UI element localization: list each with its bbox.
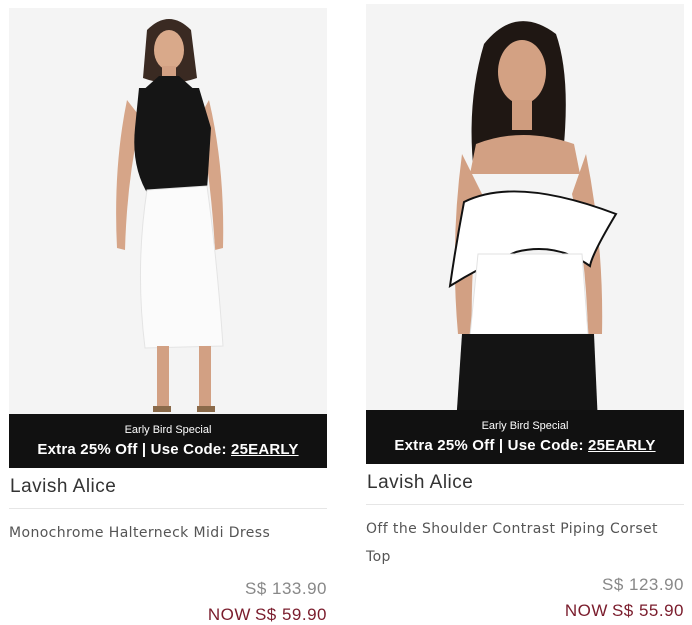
sale-price-value: S$ 59.90	[254, 605, 327, 624]
promo-code: 25EARLY	[231, 441, 299, 458]
sale-price-value: S$ 55.90	[611, 601, 684, 620]
model-photo: ​	[366, 4, 684, 464]
promo-offer-text: Extra 25% Off | Use Code:	[37, 441, 232, 458]
sale-price: NOW S$ 59.90	[9, 605, 327, 625]
promo-title: Early Bird Special	[124, 424, 212, 436]
sale-price: NOW S$ 55.90	[366, 601, 684, 621]
sale-price-label: NOW	[207, 605, 251, 624]
model-photo	[9, 8, 327, 468]
promo-offer: Extra 25% Off | Use Code: 25EARLY	[366, 437, 684, 454]
product-brand[interactable]: Lavish Alice	[366, 472, 684, 500]
promo-offer: Extra 25% Off | Use Code: 25EARLY	[9, 441, 327, 458]
promo-banner: Early Bird Special Extra 25% Off | Use C…	[366, 410, 684, 464]
product-image[interactable]: ​ Early Bird Special Extra 25% Off | Use…	[366, 4, 684, 464]
original-price: S$ 133.90	[244, 579, 327, 598]
product-name[interactable]: Off the Shoulder Contrast Piping Corset …	[366, 515, 684, 571]
original-price: S$ 123.90	[601, 575, 684, 594]
product-brand[interactable]: Lavish Alice	[9, 476, 327, 504]
promo-offer-text: Extra 25% Off | Use Code:	[394, 437, 589, 454]
promo-code: 25EARLY	[588, 437, 656, 454]
sale-price-label: NOW	[564, 601, 608, 620]
product-card[interactable]: Early Bird Special Extra 25% Off | Use C…	[9, 8, 327, 625]
divider	[9, 508, 327, 509]
product-name[interactable]: Monochrome Halterneck Midi Dress	[9, 519, 327, 575]
product-card[interactable]: ​ Early Bird Special Extra 25% Off | Use…	[366, 4, 684, 621]
divider	[366, 504, 684, 505]
product-image[interactable]: Early Bird Special Extra 25% Off | Use C…	[9, 8, 327, 468]
promo-banner: Early Bird Special Extra 25% Off | Use C…	[9, 414, 327, 468]
promo-title: Early Bird Special	[481, 420, 569, 432]
